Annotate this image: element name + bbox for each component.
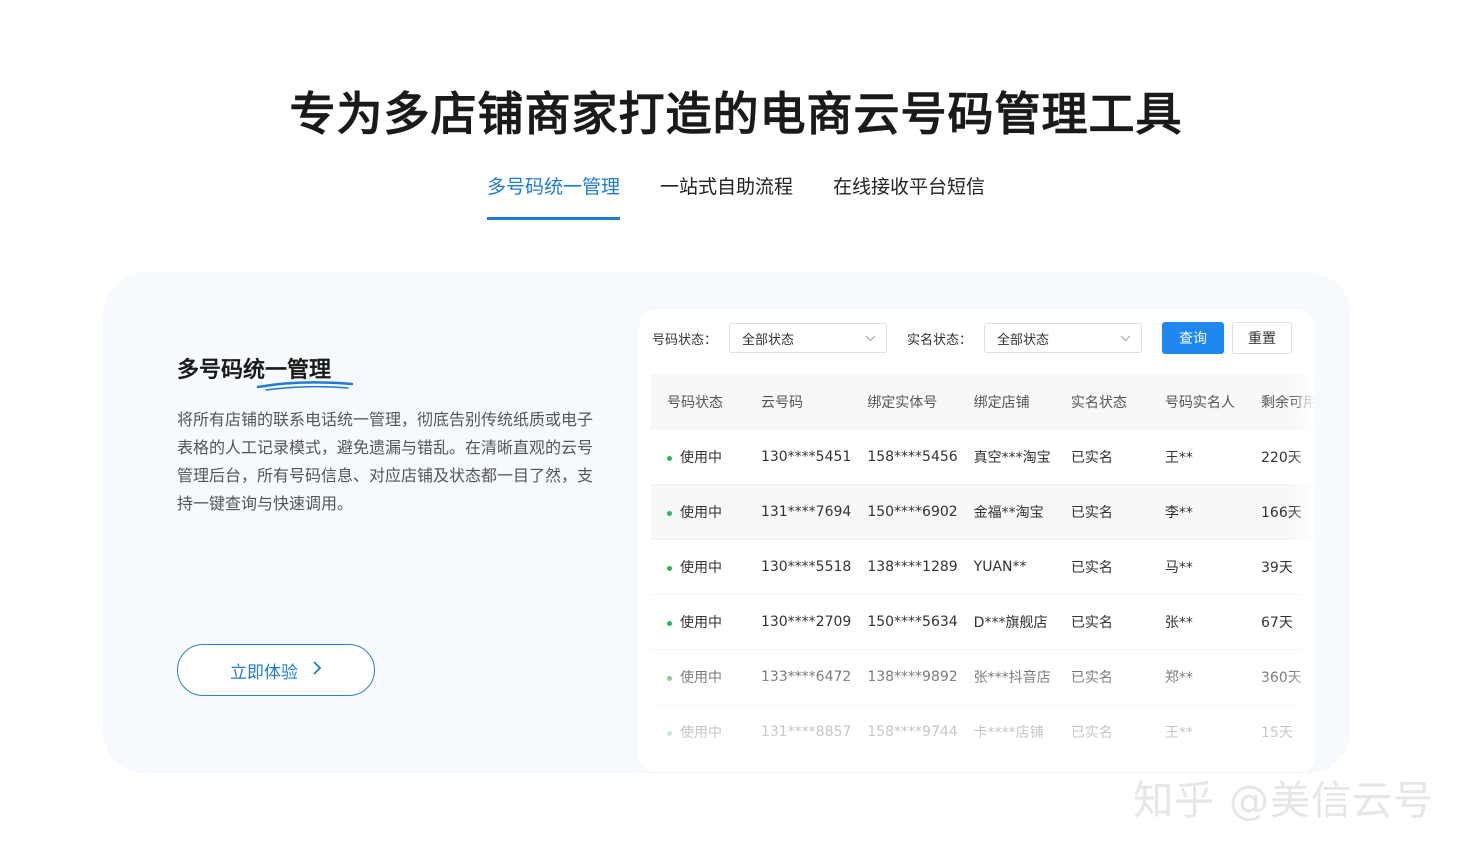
table-cell: 马** bbox=[1148, 539, 1245, 595]
table-row[interactable]: 使用中 130****5518 138****1289 YUAN** 已实名 马… bbox=[651, 539, 1315, 595]
number-status-value: 全部状态 bbox=[742, 332, 795, 348]
table-row[interactable]: 使用中 130****5451 158****5456 真空***淘宝 已实名 … bbox=[651, 430, 1315, 485]
tab-multi-number[interactable]: 多号码统一管理 bbox=[486, 172, 620, 220]
feature-description: 将所有店铺的联系电话统一管理，彻底告别传统纸质或电子表格的人工记录模式，避免遗漏… bbox=[177, 410, 594, 513]
column-header: 绑定实体号 bbox=[851, 374, 958, 430]
table-cell: 李** bbox=[1148, 484, 1245, 540]
table-row[interactable]: 使用中 131****7694 150****6902 金福**淘宝 已实名 李… bbox=[651, 484, 1315, 540]
column-header: 实名状态 bbox=[1054, 374, 1149, 430]
filter-bar: 号码状态： 全部状态 实名状态： 全部状态 查询 重置 bbox=[652, 322, 1293, 354]
table-cell: 150****5634 bbox=[851, 594, 958, 650]
table-cell: 已实名 bbox=[1054, 649, 1149, 705]
realname-status-select[interactable]: 全部状态 bbox=[984, 323, 1143, 353]
chevron-right-icon bbox=[312, 660, 322, 681]
table-cell: 150****6902 bbox=[851, 484, 958, 540]
table-cell: 130****5518 bbox=[744, 539, 852, 595]
table-cell: 已实名 bbox=[1054, 484, 1149, 540]
reset-button[interactable]: 重置 bbox=[1232, 322, 1293, 354]
try-now-button[interactable]: 立即体验 bbox=[177, 644, 375, 696]
number-management-card: 号码状态： 全部状态 实名状态： 全部状态 查询 重置 号码状态 云号码 绑定实… bbox=[639, 310, 1315, 772]
table-cell: 张***抖音店 bbox=[957, 649, 1055, 705]
table-cell: 131****7694 bbox=[744, 484, 852, 540]
table-cell: 金福**淘宝 bbox=[957, 484, 1055, 540]
column-header: 云号码 bbox=[744, 374, 852, 430]
table-row[interactable]: 使用中 131****8857 158****9744 卡****店铺 已实名 … bbox=[651, 704, 1315, 760]
table-cell: 130****5451 bbox=[744, 430, 852, 485]
table-cell: 130****2709 bbox=[744, 594, 852, 650]
table-cell: 158****5456 bbox=[851, 430, 958, 485]
number-status-label: 号码状态： bbox=[652, 332, 718, 348]
table-cell: 已实名 bbox=[1054, 539, 1149, 595]
column-header: 号码状态 bbox=[651, 374, 745, 430]
table-cell: 138****1289 bbox=[851, 539, 958, 595]
query-button[interactable]: 查询 bbox=[1162, 322, 1225, 354]
number-status-select[interactable]: 全部状态 bbox=[729, 323, 888, 353]
chevron-down-icon bbox=[1120, 332, 1131, 345]
table-cell: 王** bbox=[1148, 704, 1245, 760]
table-cell: YUAN** bbox=[957, 539, 1055, 595]
table-row[interactable]: 使用中 133****6472 138****9892 张***抖音店 已实名 … bbox=[651, 649, 1315, 705]
number-table: 号码状态 云号码 绑定实体号 绑定店铺 实名状态 号码实名人 剩余可用时 使用中… bbox=[651, 374, 1315, 760]
column-header: 号码实名人 bbox=[1148, 374, 1245, 430]
table-cell: 131****8857 bbox=[744, 704, 852, 760]
tab-sms[interactable]: 在线接收平台短信 bbox=[833, 172, 985, 220]
watermark: 知乎 @美信云号 bbox=[1133, 778, 1434, 824]
table-header-row: 号码状态 云号码 绑定实体号 绑定店铺 实名状态 号码实名人 剩余可用时 bbox=[651, 374, 1315, 430]
table-cell: 138****9892 bbox=[851, 649, 958, 705]
table-cell: 已实名 bbox=[1054, 704, 1149, 760]
table-cell: 已实名 bbox=[1054, 594, 1149, 650]
realname-status-value: 全部状态 bbox=[997, 332, 1050, 348]
table-row[interactable]: 使用中 130****2709 150****5634 D***旗舰店 已实名 … bbox=[651, 594, 1315, 650]
realname-status-label: 实名状态： bbox=[907, 332, 973, 348]
status-cell: 使用中 bbox=[651, 484, 745, 540]
table-cell: 已实名 bbox=[1054, 430, 1149, 485]
table-cell: 王** bbox=[1148, 430, 1245, 485]
tab-self-service[interactable]: 一站式自助流程 bbox=[660, 172, 793, 220]
status-cell: 使用中 bbox=[651, 649, 745, 705]
chevron-down-icon bbox=[865, 332, 876, 345]
feature-tabs: 多号码统一管理 一站式自助流程 在线接收平台短信 bbox=[0, 172, 1472, 220]
status-cell: 使用中 bbox=[651, 430, 745, 485]
title-underline-decoration bbox=[256, 381, 354, 391]
table-cell: D***旗舰店 bbox=[957, 594, 1055, 650]
status-dot-icon bbox=[667, 455, 672, 461]
column-header: 绑定店铺 bbox=[957, 374, 1055, 430]
status-cell: 使用中 bbox=[651, 594, 745, 650]
table-cell: 卡****店铺 bbox=[957, 704, 1055, 760]
feature-panel: 多号码统一管理 将所有店铺的联系电话统一管理，彻底告别传统纸质或电子表格的人工记… bbox=[103, 272, 1351, 774]
table-cell: 张** bbox=[1148, 594, 1245, 650]
status-dot-icon bbox=[667, 510, 672, 516]
scroll-edge-fade bbox=[1291, 370, 1315, 770]
table-cell: 真空***淘宝 bbox=[957, 430, 1055, 485]
status-cell: 使用中 bbox=[651, 539, 745, 595]
table-cell: 158****9744 bbox=[851, 704, 958, 760]
status-cell: 使用中 bbox=[651, 704, 745, 760]
hero-title: 专为多店铺商家打造的电商云号码管理工具 bbox=[289, 87, 1183, 141]
try-now-label: 立即体验 bbox=[230, 662, 298, 683]
status-dot-icon bbox=[667, 675, 672, 681]
status-dot-icon bbox=[667, 565, 672, 571]
status-dot-icon bbox=[667, 730, 672, 736]
table-cell: 郑** bbox=[1148, 649, 1245, 705]
table-cell: 133****6472 bbox=[744, 649, 852, 705]
status-dot-icon bbox=[667, 620, 672, 626]
